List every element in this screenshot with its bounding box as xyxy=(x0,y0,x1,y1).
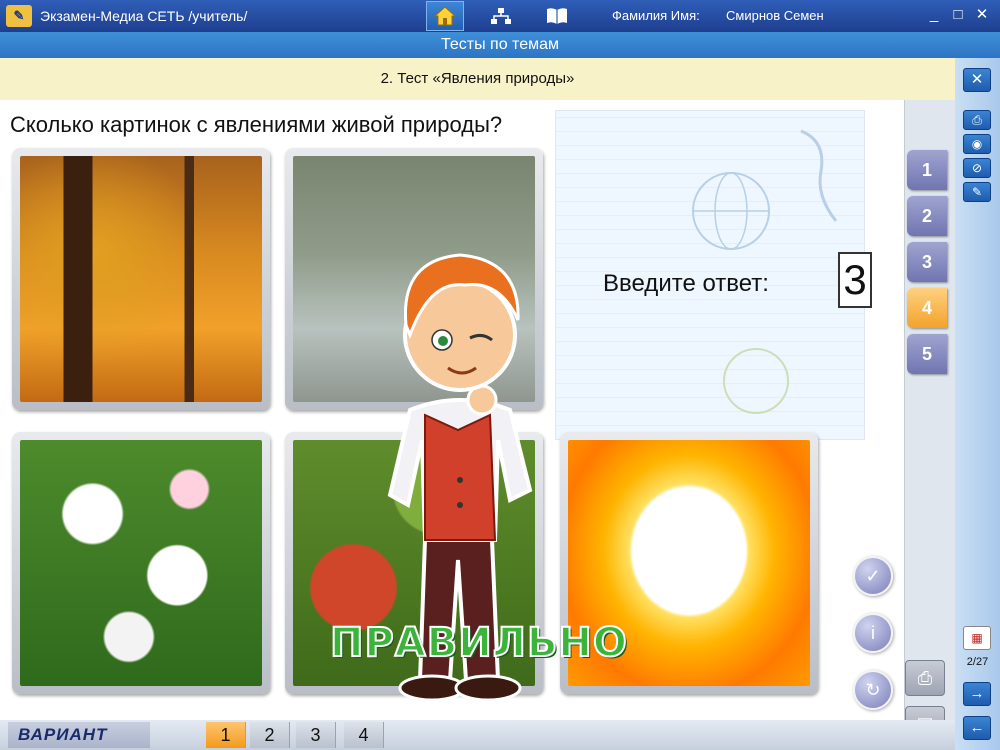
user-name: Смирнов Семен xyxy=(726,8,824,23)
section-title: Тесты по темам xyxy=(0,32,1000,58)
arrow-right-icon: → xyxy=(969,685,985,702)
question-tab-4[interactable]: 4 xyxy=(907,288,947,328)
view-button[interactable]: ◉ xyxy=(963,134,991,154)
app-logo-icon: ✎ xyxy=(6,5,32,27)
home-button[interactable] xyxy=(426,1,464,31)
question-text: Сколько картинок с явлениями живой приро… xyxy=(10,112,503,137)
prev-page-button[interactable]: ← xyxy=(963,716,991,740)
calendar-button[interactable]: ▦ xyxy=(963,626,991,650)
variant-bar: ВАРИАНТ 1 2 3 4 xyxy=(0,720,955,750)
pencil-icon: ✎ xyxy=(971,185,983,199)
info-button[interactable]: i xyxy=(853,613,893,653)
hierarchy-icon xyxy=(491,8,511,24)
maximize-icon[interactable]: □ xyxy=(949,6,967,24)
print-page-button[interactable]: ⎙ xyxy=(905,660,945,696)
printer-icon: ⎙ xyxy=(972,113,982,127)
answer-label: Введите ответ: xyxy=(603,270,769,297)
next-page-button[interactable]: → xyxy=(963,682,991,706)
info-icon: i xyxy=(871,623,875,643)
right-sidebar: ✕ ⎙ ◉ ⊘ ✎ ▦ 2/27 → ← xyxy=(955,58,1000,750)
page-counter: 2/27 xyxy=(966,656,989,668)
autumn-forest-image xyxy=(20,156,262,402)
question-panel: Сколько картинок с явлениями живой приро… xyxy=(0,100,905,720)
checkmark-icon: ✓ xyxy=(865,566,881,586)
variant-button-2[interactable]: 2 xyxy=(250,722,290,748)
variant-label: ВАРИАНТ xyxy=(8,722,150,748)
check-answer-button[interactable]: ✓ xyxy=(853,556,893,596)
question-tab-2[interactable]: 2 xyxy=(907,196,947,236)
minimize-icon[interactable]: _ xyxy=(925,6,943,24)
print-button[interactable]: ⎙ xyxy=(963,110,991,130)
answer-image-autumn-forest[interactable] xyxy=(12,148,270,410)
question-tab-3[interactable]: 3 xyxy=(907,242,947,282)
refresh-icon: ↻ xyxy=(865,680,881,700)
close-test-button[interactable]: ✕ xyxy=(963,68,991,92)
question-tab-5[interactable]: 5 xyxy=(907,334,947,374)
home-icon xyxy=(434,6,456,26)
answer-input[interactable]: 3 xyxy=(838,252,872,308)
app-title: Экзамен-Медиа СЕТЬ /учитель/ xyxy=(40,8,248,24)
question-tab-1[interactable]: 1 xyxy=(907,150,947,190)
close-icon[interactable]: ✕ xyxy=(973,6,991,24)
book-icon xyxy=(547,8,567,24)
calendar-icon: ▦ xyxy=(971,631,983,645)
hide-button[interactable]: ⊘ xyxy=(963,158,991,178)
edit-button[interactable]: ✎ xyxy=(963,182,991,202)
structure-button[interactable] xyxy=(486,4,516,28)
refresh-button[interactable]: ↻ xyxy=(853,670,893,710)
window-titlebar: ✎ Экзамен-Медиа СЕТЬ /учитель/ Фамилия И… xyxy=(0,0,1000,32)
apple-blossom-image xyxy=(20,440,262,686)
eye-icon: ◉ xyxy=(971,137,983,151)
result-correct-label: ПРАВИЛЬНО xyxy=(329,619,628,667)
test-title: 2. Тест «Явления природы» xyxy=(0,58,955,100)
arrow-left-icon: ← xyxy=(969,719,985,736)
variant-button-4[interactable]: 4 xyxy=(344,722,384,748)
eye-crossed-icon: ⊘ xyxy=(971,161,983,175)
printer-icon: ⎙ xyxy=(917,668,933,688)
book-button[interactable] xyxy=(542,4,572,28)
variant-button-3[interactable]: 3 xyxy=(296,722,336,748)
user-label: Фамилия Имя: xyxy=(612,8,700,23)
answer-image-blossom[interactable] xyxy=(12,432,270,694)
variant-button-1[interactable]: 1 xyxy=(206,722,246,748)
